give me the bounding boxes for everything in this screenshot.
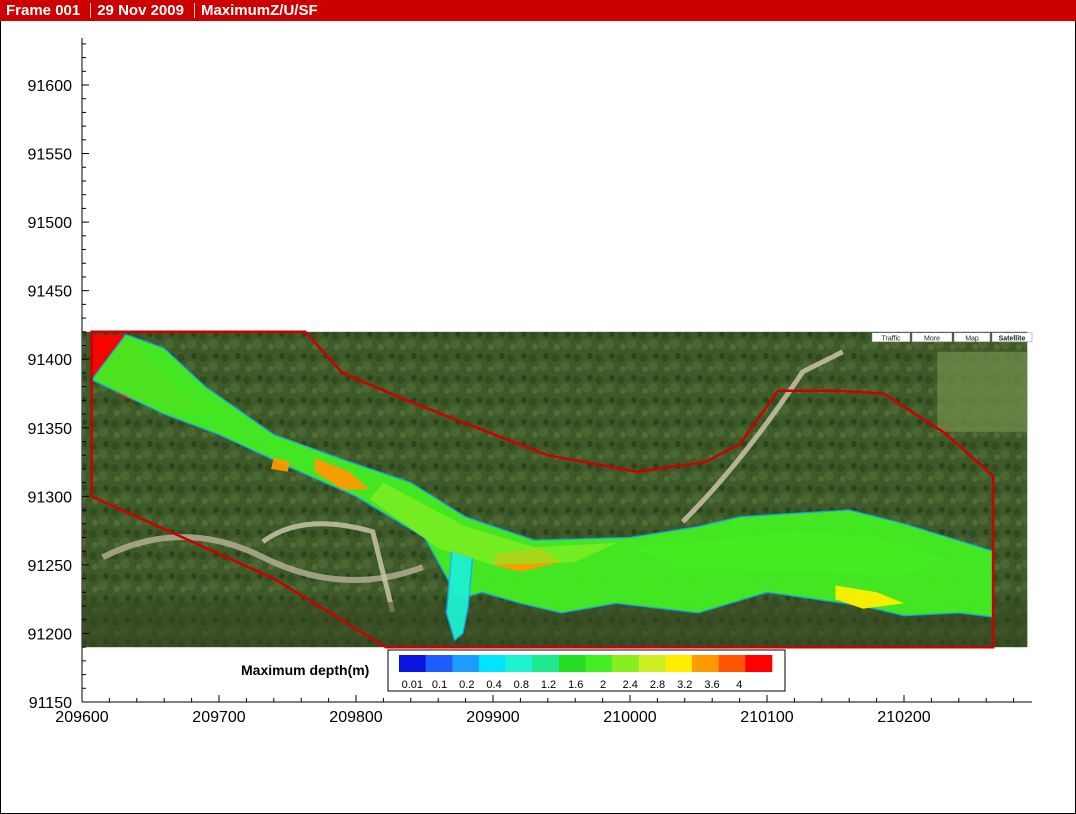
depth-legend: Maximum depth(m) 0.01 0.1 0.2 0.4 0.8 1.2 1.6 2 2… xyxy=(241,649,786,692)
x-tick-label: 209600 xyxy=(55,709,108,726)
legend-label: 2 xyxy=(600,679,606,691)
legend-label: 3.6 xyxy=(704,679,719,691)
legend-title: Maximum depth(m) xyxy=(241,662,369,678)
legend-swatch xyxy=(612,655,640,672)
legend-swatch xyxy=(718,655,746,672)
legend-swatch xyxy=(585,655,613,672)
y-tick-label: 91200 xyxy=(28,626,73,643)
legend-label: 2.4 xyxy=(623,679,638,691)
y-tick-label: 91600 xyxy=(28,78,73,95)
legend-label: 4 xyxy=(736,679,742,691)
legend-swatch xyxy=(692,655,720,672)
y-tick-label: 91300 xyxy=(28,489,73,506)
legend-label: 1.6 xyxy=(568,679,583,691)
legend-label: 0.1 xyxy=(432,679,447,691)
legend-label: 0.2 xyxy=(459,679,474,691)
legend-swatch xyxy=(452,655,480,672)
x-tick-label: 209800 xyxy=(329,709,382,726)
y-tick-label: 91400 xyxy=(28,352,73,369)
x-tick-label: 209900 xyxy=(466,709,519,726)
x-tick-label: 210200 xyxy=(877,709,930,726)
y-tick-label: 91500 xyxy=(28,215,73,232)
x-tick-label: 210100 xyxy=(740,709,793,726)
map-control-label: Satellite xyxy=(999,335,1026,342)
map-control-label: More xyxy=(924,335,940,342)
legend-swatch xyxy=(478,655,506,672)
legend-swatch xyxy=(745,655,773,672)
x-tick-label: 210000 xyxy=(603,709,656,726)
field-area xyxy=(937,351,1028,432)
legend-label: 0.8 xyxy=(514,679,529,691)
legend-swatch xyxy=(558,655,586,672)
legend-label: 0.4 xyxy=(486,679,501,691)
map-type-controls: Traffic More Map Satellite xyxy=(871,332,1033,342)
legend-swatch xyxy=(665,655,693,672)
legend-swatch xyxy=(638,655,666,672)
legend-swatch xyxy=(505,655,533,672)
y-tick-label: 91350 xyxy=(28,421,73,438)
x-tick-label: 209700 xyxy=(192,709,245,726)
y-tick-label: 91550 xyxy=(28,147,73,164)
map-control-label: Traffic xyxy=(881,335,901,342)
legend-swatch xyxy=(425,655,453,672)
y-tick-label: 91250 xyxy=(28,558,73,575)
legend-label: 0.01 xyxy=(402,679,423,691)
legend-label: 1.2 xyxy=(541,679,556,691)
legend-swatch xyxy=(532,655,560,672)
map-control-label: Map xyxy=(965,335,979,342)
depth-map-plot: 9115091200912509130091350914009145091500… xyxy=(28,38,1033,726)
legend-label: 2.8 xyxy=(650,679,665,691)
legend-label: 3.2 xyxy=(677,679,692,691)
legend-swatch xyxy=(399,655,426,672)
y-tick-label: 91450 xyxy=(28,284,73,301)
